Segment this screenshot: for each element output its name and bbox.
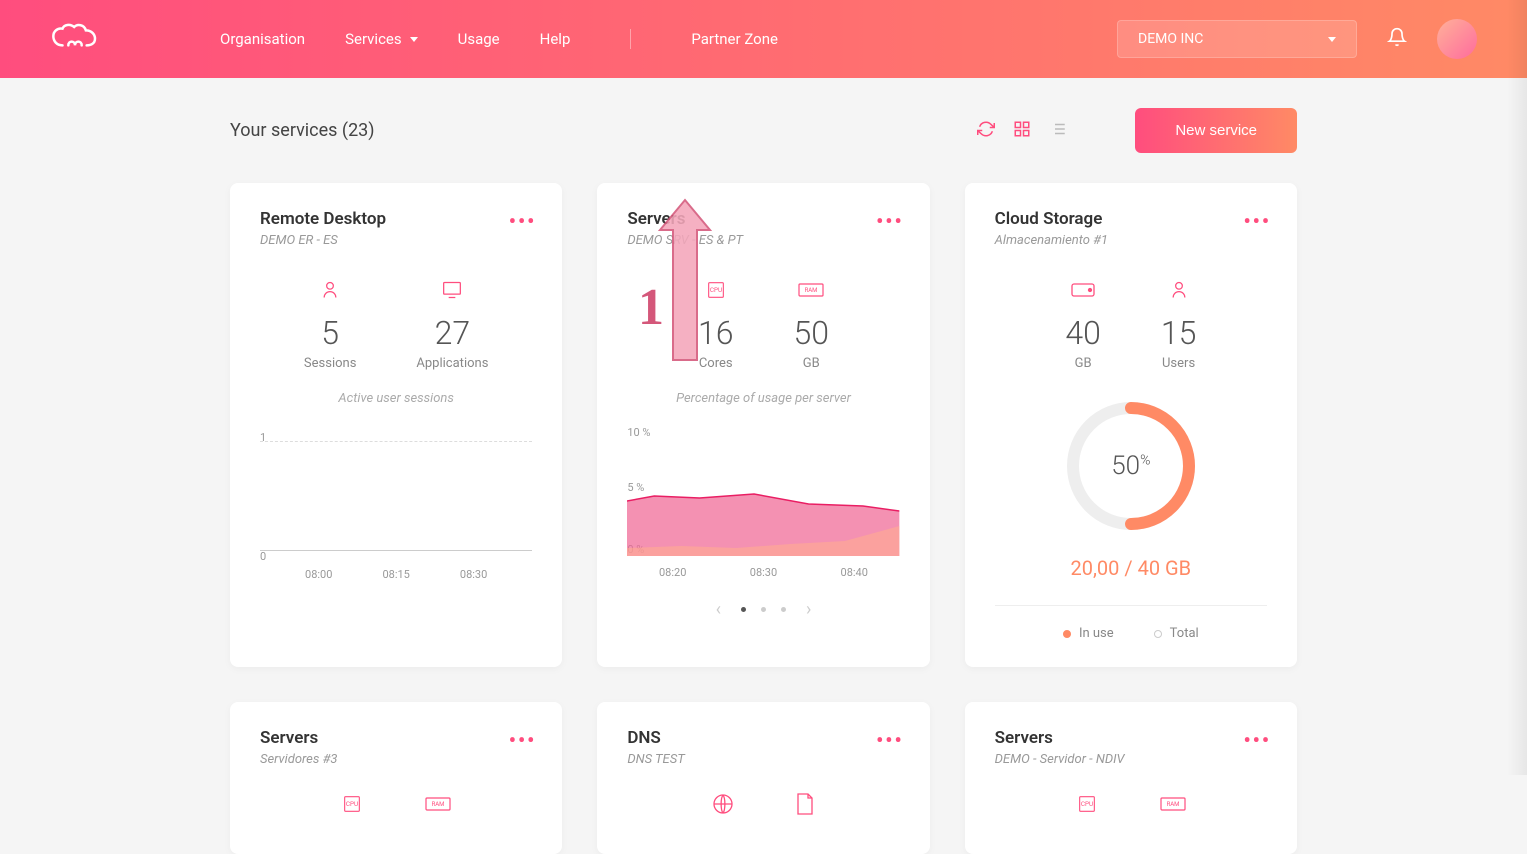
svg-text:CPU: CPU (710, 286, 722, 294)
card-title: Servers (995, 728, 1267, 748)
org-selector[interactable]: DEMO INC (1117, 20, 1357, 58)
stat-label: Applications (416, 356, 488, 371)
list-view-icon[interactable] (1049, 120, 1067, 142)
svg-text:CPU: CPU (346, 800, 358, 808)
card-title: Servers (260, 728, 532, 748)
header-bar: Organisation Services Usage Help Partner… (0, 0, 1527, 78)
nav-partner-zone[interactable]: Partner Zone (691, 30, 778, 48)
user-icon (1161, 278, 1197, 302)
file-icon (795, 792, 815, 816)
stat-value: 50 (793, 314, 829, 352)
nav-organisation[interactable]: Organisation (220, 30, 305, 48)
usage-chart: 10 % 5 % 0 % 08:2008:3008:40 (627, 426, 899, 579)
cpu-icon: CPU (698, 278, 734, 302)
card-caption: Percentage of usage per server (627, 391, 899, 406)
svg-text:RAM: RAM (1166, 801, 1179, 808)
stat-label: Users (1161, 356, 1197, 371)
card-menu-icon[interactable]: ••• (876, 728, 904, 752)
card-subtitle: Almacenamiento #1 (995, 233, 1267, 248)
stat-value: 27 (416, 314, 488, 352)
card-subtitle: DEMO ER - ES (260, 233, 532, 248)
ram-icon: RAM (424, 792, 452, 816)
legend-total: Total (1154, 626, 1199, 641)
svg-text:CPU: CPU (1081, 800, 1093, 808)
stat-value: 16 (698, 314, 734, 352)
stat-value: 5 (304, 314, 357, 352)
stat-value: 40 (1065, 314, 1101, 352)
pager-dot[interactable] (761, 607, 766, 612)
stat-label: GB (793, 356, 829, 371)
legend-inuse: In use (1063, 626, 1114, 641)
refresh-icon[interactable] (977, 120, 995, 142)
page-title: Your services (23) (230, 120, 375, 141)
card-title: Servers (627, 209, 899, 229)
pager-prev-icon[interactable]: ‹ (716, 599, 721, 620)
globe-icon (711, 792, 735, 816)
new-service-button[interactable]: New service (1135, 108, 1297, 153)
grid-view-icon[interactable] (1013, 120, 1031, 142)
card-menu-icon[interactable]: ••• (1243, 728, 1271, 752)
card-cloud-storage[interactable]: Cloud Storage Almacenamiento #1 ••• 40 G… (965, 183, 1297, 667)
card-servers[interactable]: Servers DEMO - Servidor - NDIV ••• CPU R… (965, 702, 1297, 854)
ram-icon: RAM (1159, 792, 1187, 816)
cpu-icon: CPU (340, 792, 364, 816)
logo[interactable] (50, 22, 100, 56)
storage-usage-text: 20,00 / 40 GB (995, 556, 1267, 580)
nav-services[interactable]: Services (345, 30, 418, 48)
stat-label: GB (1065, 356, 1101, 371)
stat-label: Cores (698, 356, 734, 371)
nav-divider (630, 29, 631, 49)
svg-text:RAM: RAM (432, 801, 445, 808)
card-servers[interactable]: Servers Servidores #3 ••• CPU RAM (230, 702, 562, 854)
card-subtitle: Servidores #3 (260, 752, 532, 767)
avatar[interactable] (1437, 19, 1477, 59)
card-caption: Active user sessions (260, 391, 532, 406)
notifications-icon[interactable] (1387, 27, 1407, 51)
ram-icon: RAM (793, 278, 829, 302)
pager-dot[interactable] (781, 607, 786, 612)
chevron-down-icon (1328, 37, 1336, 42)
card-subtitle: DEMO - Servidor - NDIV (995, 752, 1267, 767)
card-subtitle: DEMO SRV - ES & PT (627, 233, 899, 248)
nav-usage[interactable]: Usage (458, 30, 500, 48)
sessions-chart: 1 0 08:0008:1508:30 (260, 431, 532, 581)
card-title: Remote Desktop (260, 209, 532, 229)
card-menu-icon[interactable]: ••• (509, 209, 537, 233)
stat-value: 15 (1161, 314, 1197, 352)
user-icon (304, 278, 357, 302)
monitor-icon (416, 278, 488, 302)
pager-dot[interactable] (741, 607, 746, 612)
disk-icon (1065, 278, 1101, 302)
card-title: DNS (627, 728, 899, 748)
stat-label: Sessions (304, 356, 357, 371)
card-remote-desktop[interactable]: Remote Desktop DEMO ER - ES ••• 5 Sessio… (230, 183, 562, 667)
card-menu-icon[interactable]: ••• (1243, 209, 1271, 233)
card-title: Cloud Storage (995, 209, 1267, 229)
nav-help[interactable]: Help (540, 30, 571, 48)
cpu-icon: CPU (1075, 792, 1099, 816)
chevron-down-icon (410, 37, 418, 42)
card-subtitle: DNS TEST (627, 752, 899, 767)
card-menu-icon[interactable]: ••• (509, 728, 537, 752)
svg-text:RAM: RAM (805, 287, 818, 294)
card-menu-icon[interactable]: ••• (876, 209, 904, 233)
card-servers[interactable]: Servers DEMO SRV - ES & PT ••• CPU 16 Co… (597, 183, 929, 667)
pager-next-icon[interactable]: › (806, 599, 811, 620)
card-dns[interactable]: DNS DNS TEST ••• (597, 702, 929, 854)
storage-gauge: 50% (995, 396, 1267, 536)
